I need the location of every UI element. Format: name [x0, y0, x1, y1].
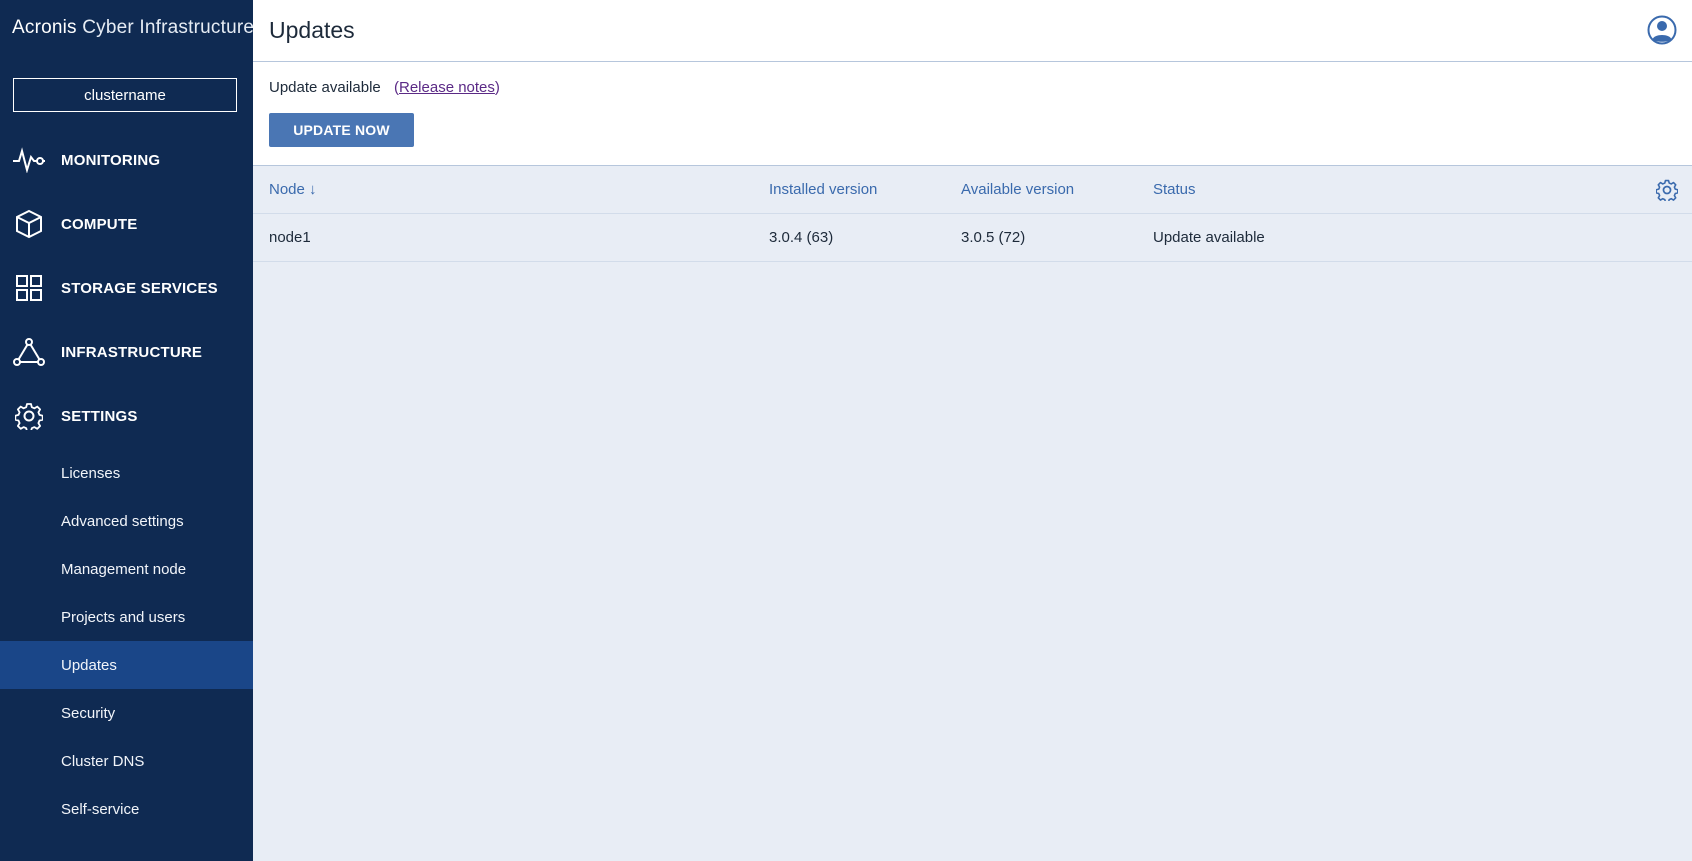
- table-header: Node ↓ Installed version Available versi…: [253, 166, 1692, 214]
- sidebar-item-settings[interactable]: SETTINGS: [0, 384, 253, 448]
- sort-arrow-icon: ↓: [309, 181, 317, 198]
- sidebar-subitem-cluster-dns[interactable]: Cluster DNS: [0, 737, 253, 785]
- sidebar-subitem-management-node[interactable]: Management node: [0, 545, 253, 593]
- updates-table: Node ↓ Installed version Available versi…: [253, 166, 1692, 262]
- sidebar-item-label: STORAGE SERVICES: [61, 279, 218, 297]
- sidebar-item-storage-services[interactable]: STORAGE SERVICES: [0, 256, 253, 320]
- release-notes: (Release notes): [394, 79, 500, 96]
- sidebar-item-infrastructure[interactable]: INFRASTRUCTURE: [0, 320, 253, 384]
- page-title: Updates: [269, 17, 355, 43]
- cell-installed-version: 3.0.4 (63): [769, 229, 834, 246]
- sidebar-subitem-licenses[interactable]: Licenses: [0, 449, 253, 497]
- sidebar-subitem-advanced-settings[interactable]: Advanced settings: [0, 497, 253, 545]
- sidebar-subitem-self-service[interactable]: Self-service: [0, 785, 253, 833]
- user-avatar-icon[interactable]: [1647, 15, 1677, 45]
- sidebar-subitem-projects-and-users[interactable]: Projects and users: [0, 593, 253, 641]
- column-header-status[interactable]: Status: [1153, 181, 1196, 198]
- update-panel: Update available (Release notes) UPDATE …: [253, 62, 1692, 166]
- column-header-node[interactable]: Node ↓: [269, 181, 317, 198]
- release-notes-link[interactable]: Release notes: [399, 79, 495, 96]
- network-triangle-icon: [13, 336, 45, 368]
- grid-icon: [13, 272, 45, 304]
- sidebar-item-monitoring[interactable]: MONITORING: [0, 128, 253, 192]
- sidebar-item-label: COMPUTE: [61, 215, 138, 233]
- page-header: Updates: [253, 0, 1692, 62]
- cluster-name-button[interactable]: clustername: [13, 78, 237, 112]
- release-notes-close-paren: ): [494, 79, 500, 96]
- column-header-label: Node: [269, 181, 305, 198]
- sidebar-item-label: MONITORING: [61, 151, 161, 169]
- sidebar: Acronis Cyber Infrastructure clustername…: [0, 0, 254, 861]
- brand-logo: Acronis Cyber Infrastructure: [12, 17, 254, 39]
- sidebar-item-compute[interactable]: COMPUTE: [0, 192, 253, 256]
- cube-icon: [13, 208, 45, 240]
- update-now-button[interactable]: UPDATE NOW: [269, 113, 414, 147]
- cell-available-version: 3.0.5 (72): [961, 229, 1026, 246]
- brand-secondary: Cyber Infrastructure: [82, 17, 255, 38]
- pulse-icon: [13, 144, 45, 176]
- gear-icon: [13, 400, 45, 432]
- column-header-available-version[interactable]: Available version: [961, 181, 1074, 198]
- brand-primary: Acronis: [12, 17, 77, 38]
- sidebar-subitem-updates[interactable]: Updates: [0, 641, 253, 689]
- column-settings-gear-icon[interactable]: [1655, 179, 1679, 203]
- update-status-text: Update available: [269, 79, 381, 96]
- sidebar-item-label: INFRASTRUCTURE: [61, 343, 203, 361]
- table-row[interactable]: node1 3.0.4 (63) 3.0.5 (72) Update avail…: [253, 214, 1692, 262]
- sidebar-subitem-security[interactable]: Security: [0, 689, 253, 737]
- sidebar-item-label: SETTINGS: [61, 407, 138, 425]
- cell-status: Update available: [1153, 229, 1265, 246]
- column-header-installed-version[interactable]: Installed version: [769, 181, 877, 198]
- cell-node: node1: [269, 229, 311, 246]
